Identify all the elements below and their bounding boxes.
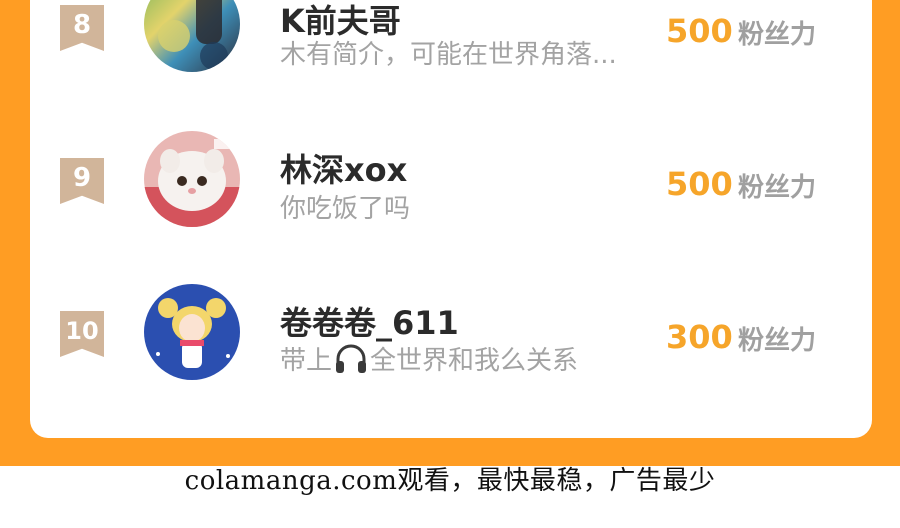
fans-count: 500 — [666, 165, 733, 203]
leaderboard-row-10[interactable]: 10 卷卷卷_611 带上 全世界和我么关系 300 粉丝力 — [30, 278, 872, 398]
fans-count: 500 — [666, 12, 733, 50]
fans-unit-label: 粉丝力 — [738, 173, 817, 203]
rank-badge: 10 — [60, 311, 104, 357]
user-bio: 你吃饭了吗 — [280, 194, 411, 224]
user-name[interactable]: 林深xox — [280, 145, 407, 191]
leaderboard-row-8[interactable]: 8 K前夫哥 木有简介，可能在世界角落... 500 粉丝力 — [30, 0, 872, 90]
user-bio: 带上 全世界和我么关系 — [280, 340, 578, 377]
headphones-icon — [334, 344, 368, 374]
user-avatar[interactable] — [144, 0, 240, 72]
user-name[interactable]: 卷卷卷_611 — [280, 298, 459, 344]
user-bio: 木有简介，可能在世界角落... — [280, 40, 617, 70]
rank-badge: 9 — [60, 158, 104, 204]
watermark-text: colamanga.com观看，最快最稳，广告最少 — [184, 466, 716, 496]
user-avatar[interactable] — [144, 131, 240, 227]
bio-text-end: 全世界和我么关系 — [370, 346, 579, 376]
leaderboard-card: 8 K前夫哥 木有简介，可能在世界角落... 500 粉丝力 9 林深xox 你… — [30, 0, 872, 438]
leaderboard-row-9[interactable]: 9 林深xox 你吃饭了吗 500 粉丝力 — [30, 125, 872, 245]
fans-count: 300 — [666, 318, 733, 356]
bio-text-start: 带上 — [280, 346, 333, 376]
user-avatar[interactable] — [144, 284, 240, 380]
fans-unit-label: 粉丝力 — [738, 20, 817, 50]
fans-unit-label: 粉丝力 — [738, 326, 817, 356]
rank-badge: 8 — [60, 5, 104, 51]
